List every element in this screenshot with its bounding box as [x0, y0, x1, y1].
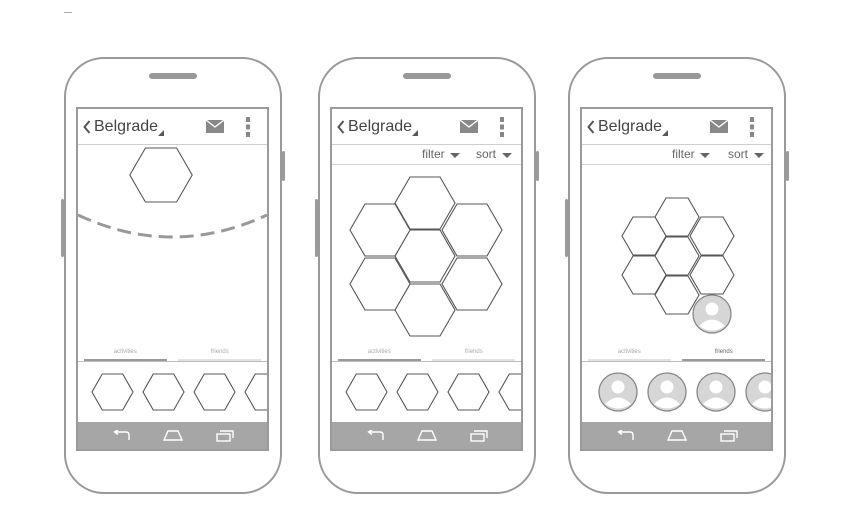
phone-mockup-3: Belgrade filter sort activities friends — [565, 57, 789, 494]
speaker — [653, 73, 701, 79]
nav-recent-apps-icon[interactable] — [720, 430, 738, 442]
tab-label: friends — [714, 349, 733, 355]
hexagon-icon[interactable] — [129, 147, 193, 203]
phone-mockup-1: Belgrade activities friends — [61, 57, 285, 494]
activity-tray-items — [345, 373, 521, 411]
tab-activities[interactable]: activities — [582, 347, 677, 361]
tab-bar: activities friends — [78, 347, 267, 361]
tab-friends[interactable]: friends — [677, 347, 772, 361]
friends-tray-items — [598, 372, 771, 412]
tab-activities[interactable]: activities — [78, 347, 173, 361]
hexagon-icon[interactable] — [345, 373, 388, 411]
speaker — [403, 73, 451, 79]
tab-label: activities — [113, 349, 137, 355]
hexagon-icon[interactable] — [689, 255, 735, 295]
side-button — [786, 151, 789, 181]
activity-tray — [78, 361, 267, 424]
nav-back-icon[interactable] — [616, 430, 634, 441]
hexagon-icon[interactable] — [498, 373, 521, 411]
phone-screen: Belgrade filter sort activities friends — [580, 107, 773, 451]
phone-screen: Belgrade activities friends — [76, 107, 269, 451]
page-mark — [64, 12, 72, 13]
hexagon-icon[interactable] — [396, 373, 439, 411]
content-area — [621, 197, 735, 334]
system-nav-bar — [582, 422, 771, 449]
hexagon-icon[interactable] — [193, 373, 236, 411]
content-area — [349, 176, 503, 337]
nav-home-icon[interactable] — [417, 430, 437, 441]
system-nav-bar — [332, 422, 521, 449]
avatar-icon[interactable] — [692, 294, 732, 334]
hexagon-icon[interactable] — [91, 373, 134, 411]
nav-back-icon[interactable] — [366, 430, 384, 441]
tab-friends[interactable]: friends — [173, 347, 268, 361]
nav-back-icon[interactable] — [112, 430, 130, 441]
hexagon-icon[interactable] — [142, 373, 185, 411]
speaker — [149, 73, 197, 79]
nav-recent-apps-icon[interactable] — [470, 430, 488, 442]
friends-tray — [582, 361, 771, 424]
activity-tray — [332, 361, 521, 424]
hexagon-icon[interactable] — [244, 373, 267, 411]
system-nav-bar — [78, 422, 267, 449]
tab-label: friends — [464, 349, 483, 355]
avatar-icon[interactable] — [745, 372, 771, 412]
avatar-icon[interactable] — [598, 372, 638, 412]
nav-recent-apps-icon[interactable] — [216, 430, 234, 442]
tab-friends[interactable]: friends — [427, 347, 522, 361]
phone-screen: Belgrade filter sort activities friends — [330, 107, 523, 451]
hexagon-icon[interactable] — [447, 373, 490, 411]
activity-tray-items — [91, 373, 267, 411]
tab-bar: activities friends — [332, 347, 521, 361]
phone-mockup-2: Belgrade filter sort activities friends — [315, 57, 539, 494]
content-area — [78, 147, 267, 239]
side-button — [282, 151, 285, 181]
hexagon-icon[interactable] — [689, 216, 735, 256]
tab-label: activities — [617, 349, 641, 355]
tab-label: activities — [367, 349, 391, 355]
side-button — [315, 199, 318, 257]
side-button — [536, 151, 539, 181]
avatar-icon[interactable] — [647, 372, 687, 412]
side-button — [61, 199, 64, 257]
avatar-icon[interactable] — [696, 372, 736, 412]
nav-home-icon[interactable] — [163, 430, 183, 441]
nav-home-icon[interactable] — [667, 430, 687, 441]
tab-label: friends — [210, 349, 229, 355]
tab-bar: activities friends — [582, 347, 771, 361]
dashed-arc — [78, 213, 267, 239]
side-button — [565, 199, 568, 257]
tab-activities[interactable]: activities — [332, 347, 427, 361]
